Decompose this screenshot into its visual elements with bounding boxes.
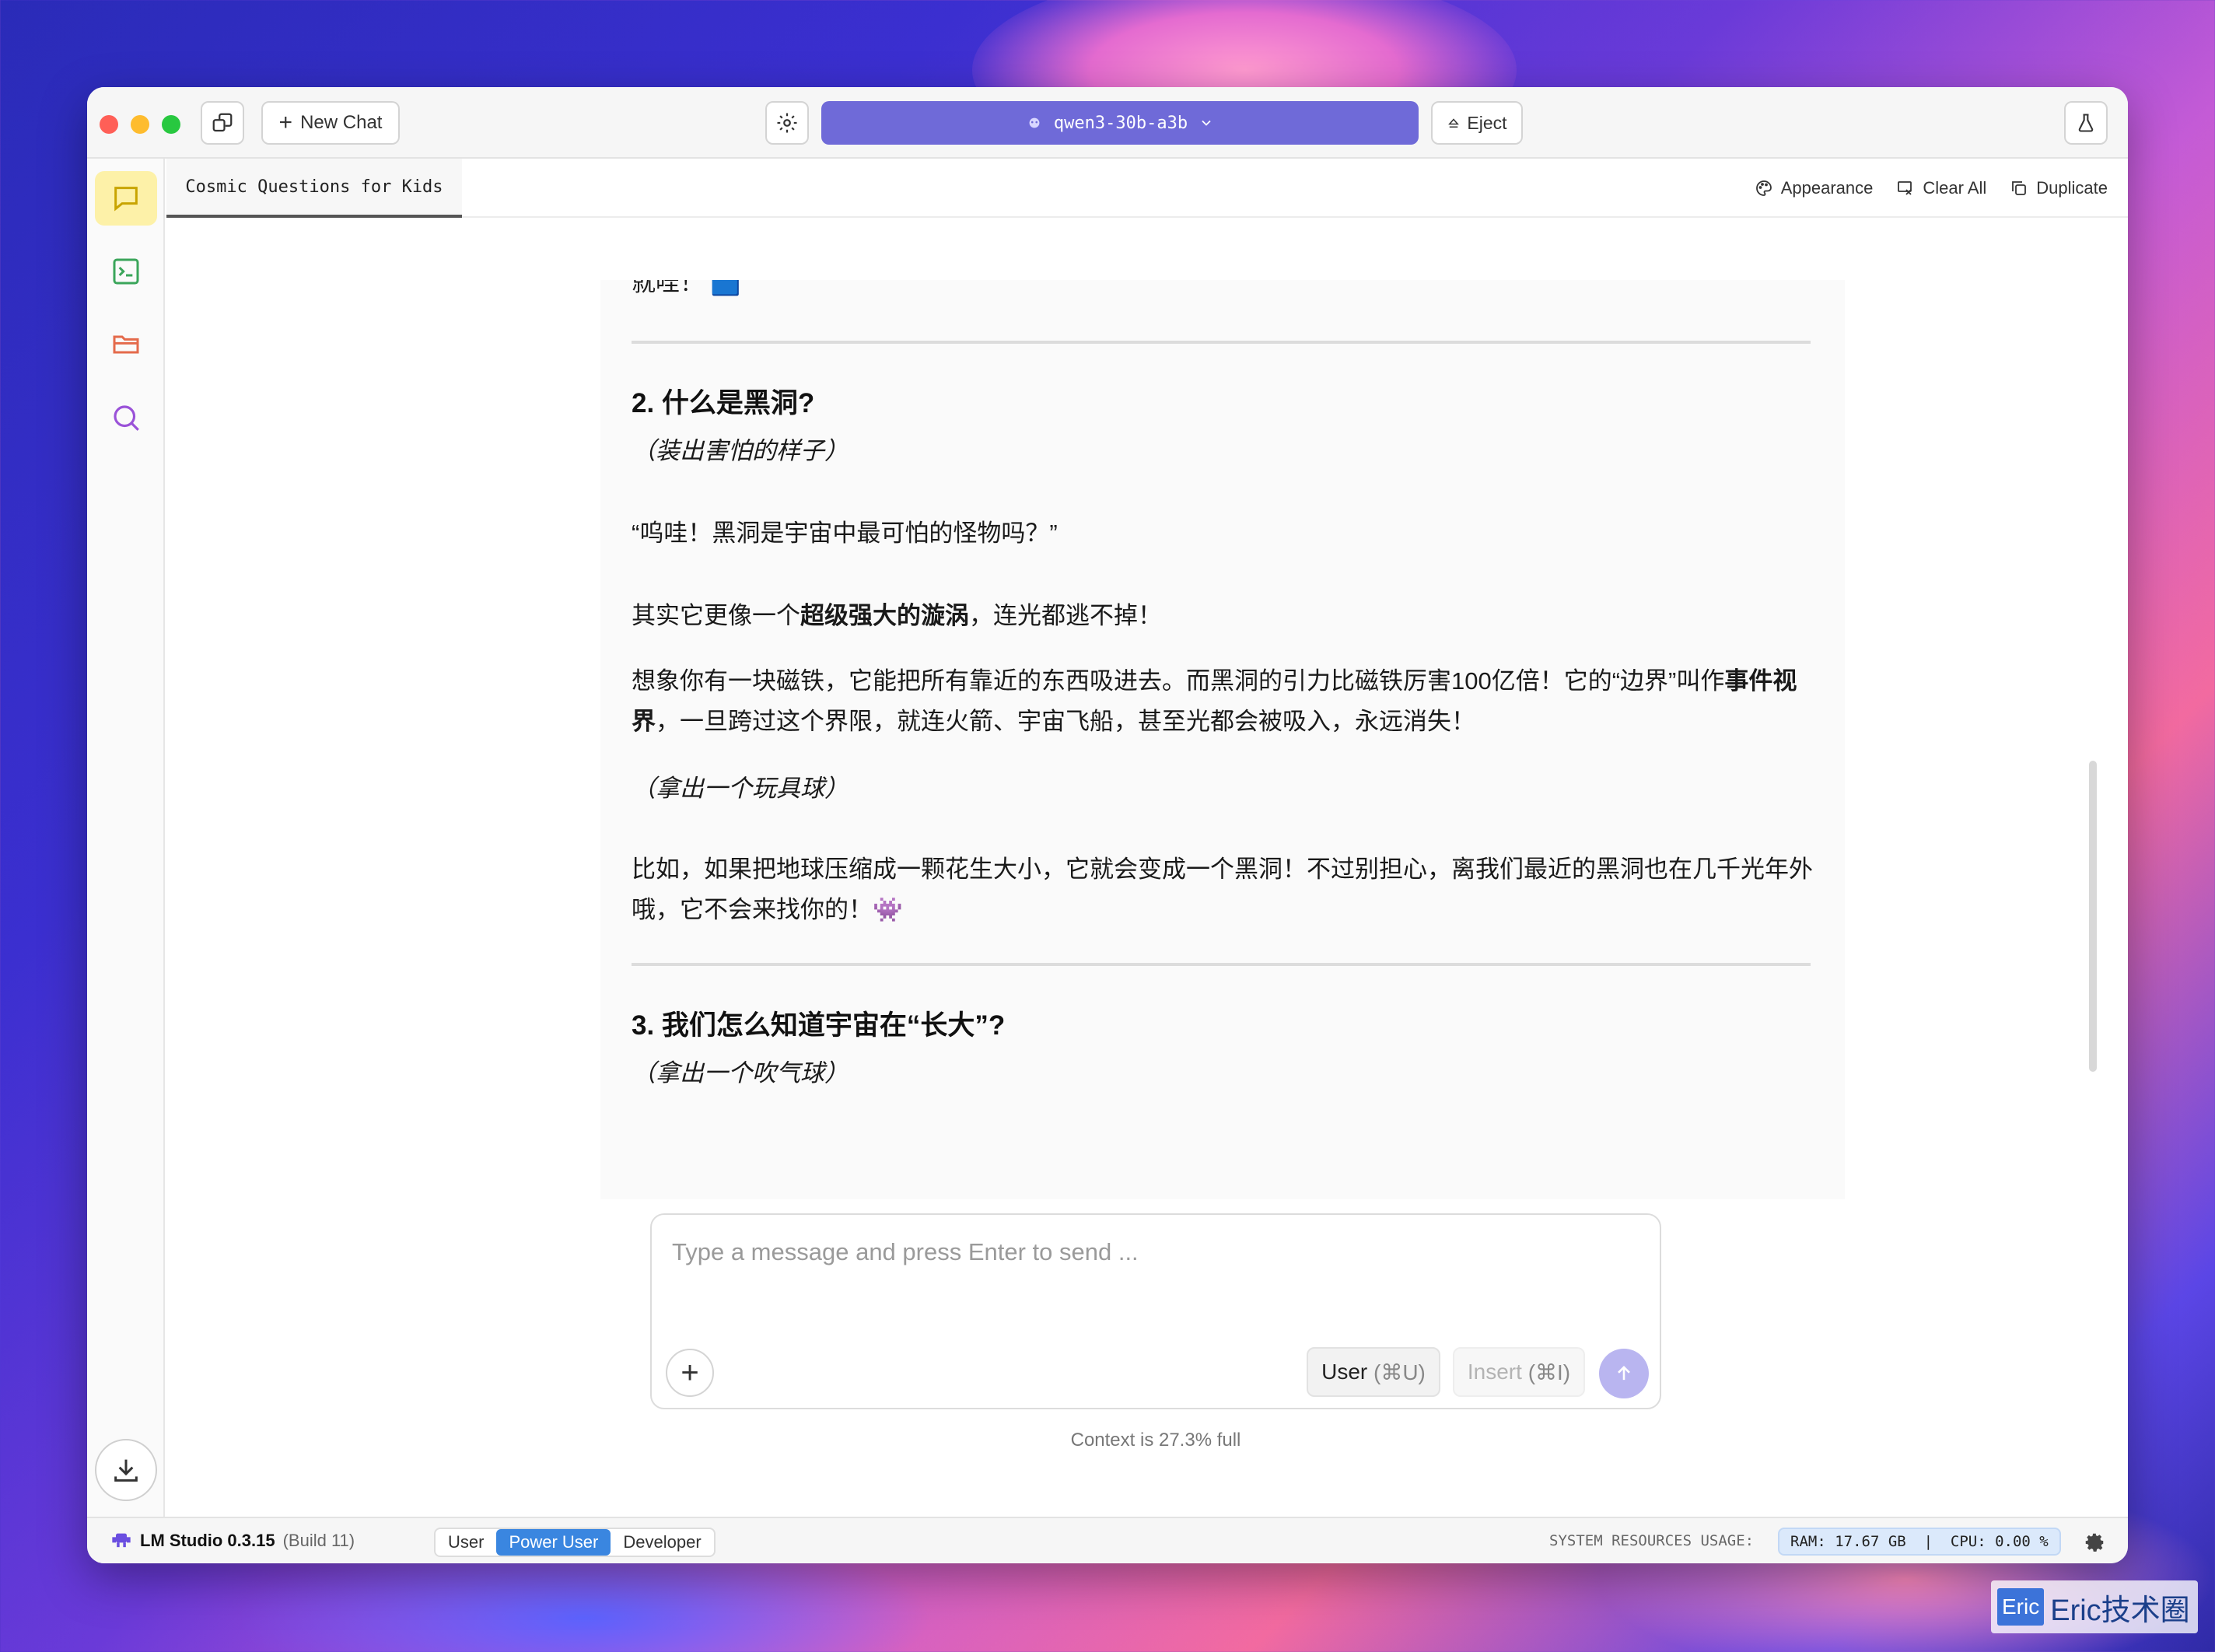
message-composer[interactable]: Type a message and press Enter to send .… — [650, 1213, 1661, 1409]
title-bar: + New Chat qwen3-30b-a3b Eject — [87, 87, 2128, 159]
sidebar-item-models[interactable] — [95, 317, 157, 372]
watermark: Eric Eric技术圈 — [1991, 1580, 2198, 1633]
appearance-button[interactable]: Appearance — [1755, 178, 1874, 198]
user-role-label: User — [1321, 1360, 1368, 1384]
sidebar — [87, 159, 165, 1517]
system-resources-label: SYSTEM RESOURCES USAGE: — [1549, 1532, 1755, 1549]
insert-button[interactable]: Insert (⌘I) — [1453, 1347, 1585, 1397]
clear-chat-icon — [1898, 181, 1912, 195]
windows-icon — [212, 113, 233, 132]
duplicate-label: Duplicate — [2036, 178, 2108, 198]
insert-label: Insert — [1467, 1360, 1522, 1384]
close-window-button[interactable] — [100, 115, 118, 134]
message-input[interactable]: Type a message and press Enter to send .… — [672, 1238, 1139, 1266]
message-paragraph: “呜哇！黑洞是宇宙中最可怕的怪物吗？” — [632, 520, 1058, 547]
tab-bar: Cosmic Questions for Kids Appearance Cle… — [166, 159, 2128, 218]
assistant-message: 就哇！ 🟦 2. 什么是黑洞? （装出害怕的样子） “呜哇！黑洞是宇宙中最可怕的… — [600, 280, 1845, 1199]
download-icon — [114, 1459, 138, 1482]
palette-icon — [1755, 180, 1772, 196]
flask-icon — [2078, 114, 2094, 132]
attach-button[interactable]: + — [666, 1349, 714, 1397]
gear-icon — [777, 113, 797, 133]
mode-switcher: User Power User Developer — [434, 1528, 716, 1557]
stage-direction: （装出害怕的样子） — [632, 437, 849, 464]
eject-label: Eject — [1467, 112, 1507, 133]
appearance-label: Appearance — [1780, 178, 1874, 198]
tab-title: Cosmic Questions for Kids — [185, 177, 443, 197]
mode-power-user[interactable]: Power User — [496, 1529, 611, 1556]
chat-scrollbar[interactable] — [2089, 761, 2097, 1072]
system-resources-text: RAM: 17.67 GB | CPU: 0.00 % — [1790, 1533, 2049, 1550]
divider — [632, 341, 1811, 344]
sidebar-item-chat[interactable] — [95, 171, 157, 226]
model-settings-button[interactable] — [765, 101, 809, 145]
terminal-icon — [113, 258, 139, 285]
new-chat-label: New Chat — [300, 112, 383, 133]
user-role-button[interactable]: User (⌘U) — [1307, 1347, 1440, 1397]
send-button[interactable] — [1599, 1349, 1649, 1398]
model-selector[interactable]: qwen3-30b-a3b — [821, 101, 1419, 145]
mode-user[interactable]: User — [436, 1529, 496, 1556]
bold-text: 超级强大的漩涡 — [800, 602, 969, 629]
app-name: LM Studio 0.3.15 — [140, 1531, 275, 1550]
sidebar-item-discover[interactable] — [95, 390, 157, 445]
arrow-up-icon — [1618, 1366, 1630, 1381]
stage-direction: （拿出一个吹气球） — [632, 1059, 849, 1087]
app-version: LM Studio 0.3.15 (Build 11) — [110, 1531, 355, 1551]
model-name: qwen3-30b-a3b — [1053, 113, 1188, 133]
lm-studio-logo-icon — [112, 1533, 131, 1548]
text-run: ，连光都逃不掉！ — [969, 602, 1162, 629]
text-run: ，一旦跨过这个界限，就连火箭、宇宙飞船，甚至光都会被吸入，永远消失！ — [656, 708, 1475, 735]
downloads-button[interactable] — [95, 1439, 157, 1501]
watermark-tag: Eric — [1997, 1588, 2045, 1626]
message-partial-line: 就哇！ 🟦 — [632, 280, 741, 296]
status-bar: LM Studio 0.3.15 (Build 11) User Power U… — [87, 1517, 2128, 1563]
chat-bubble-icon — [114, 187, 138, 212]
app-settings-button[interactable] — [2081, 1529, 2108, 1556]
section-heading: 2. 什么是黑洞? — [632, 388, 815, 418]
folder-icon — [113, 335, 139, 354]
clear-all-label: Clear All — [1923, 178, 1987, 198]
zoom-window-button[interactable] — [162, 115, 180, 134]
chevron-down-icon — [1202, 120, 1211, 126]
duplicate-icon — [2012, 181, 2027, 195]
model-icon — [1029, 117, 1040, 128]
search-icon — [114, 405, 139, 431]
plus-icon: + — [681, 1355, 699, 1390]
eject-icon — [1448, 118, 1460, 128]
app-build: (Build 11) — [282, 1531, 355, 1550]
sidebar-item-developer[interactable] — [95, 244, 157, 299]
clear-all-button[interactable]: Clear All — [1896, 178, 1986, 198]
section-heading: 3. 我们怎么知道宇宙在“长大”? — [632, 1010, 1006, 1041]
context-usage: Context is 27.3% full — [1070, 1430, 1241, 1451]
insert-shortcut: (⌘I) — [1527, 1360, 1571, 1384]
watermark-text: Eric技术圈 — [2050, 1594, 2190, 1627]
app-window: + New Chat qwen3-30b-a3b Eject Cosmic Qu… — [87, 87, 2128, 1563]
text-run: 想象你有一块磁铁，它能把所有靠近的东西吸进去。而黑洞的引力比磁铁厉害100亿倍！… — [632, 667, 1725, 695]
gear-icon — [2085, 1533, 2104, 1552]
user-shortcut: (⌘U) — [1373, 1360, 1426, 1384]
duplicate-button[interactable]: Duplicate — [2010, 178, 2108, 198]
new-chat-button[interactable]: + New Chat — [261, 101, 400, 145]
toggle-sidebar-button[interactable] — [201, 101, 244, 145]
minimize-window-button[interactable] — [131, 115, 149, 134]
message-paragraph: 其实它更像一个超级强大的漩涡，连光都逃不掉！ — [632, 596, 1814, 636]
plus-icon: + — [278, 110, 293, 135]
divider — [632, 963, 1811, 966]
experimental-button[interactable] — [2064, 101, 2108, 145]
stage-direction: （拿出一个玩具球） — [632, 775, 849, 802]
mode-developer[interactable]: Developer — [611, 1529, 713, 1556]
tab-chat[interactable]: Cosmic Questions for Kids — [166, 159, 462, 218]
message-paragraph: 比如，如果把地球压缩成一颗花生大小，它就会变成一个黑洞！不过别担心，离我们最近的… — [632, 856, 1813, 923]
chat-actions: Appearance Clear All Duplicate — [1755, 159, 2108, 218]
eject-button[interactable]: Eject — [1431, 101, 1523, 145]
message-paragraph: 想象你有一块磁铁，它能把所有靠近的东西吸进去。而黑洞的引力比磁铁厉害100亿倍！… — [632, 661, 1814, 742]
text-run: 其实它更像一个 — [632, 602, 800, 629]
system-resources-value[interactable]: RAM: 17.67 GB | CPU: 0.00 % — [1778, 1528, 2061, 1556]
